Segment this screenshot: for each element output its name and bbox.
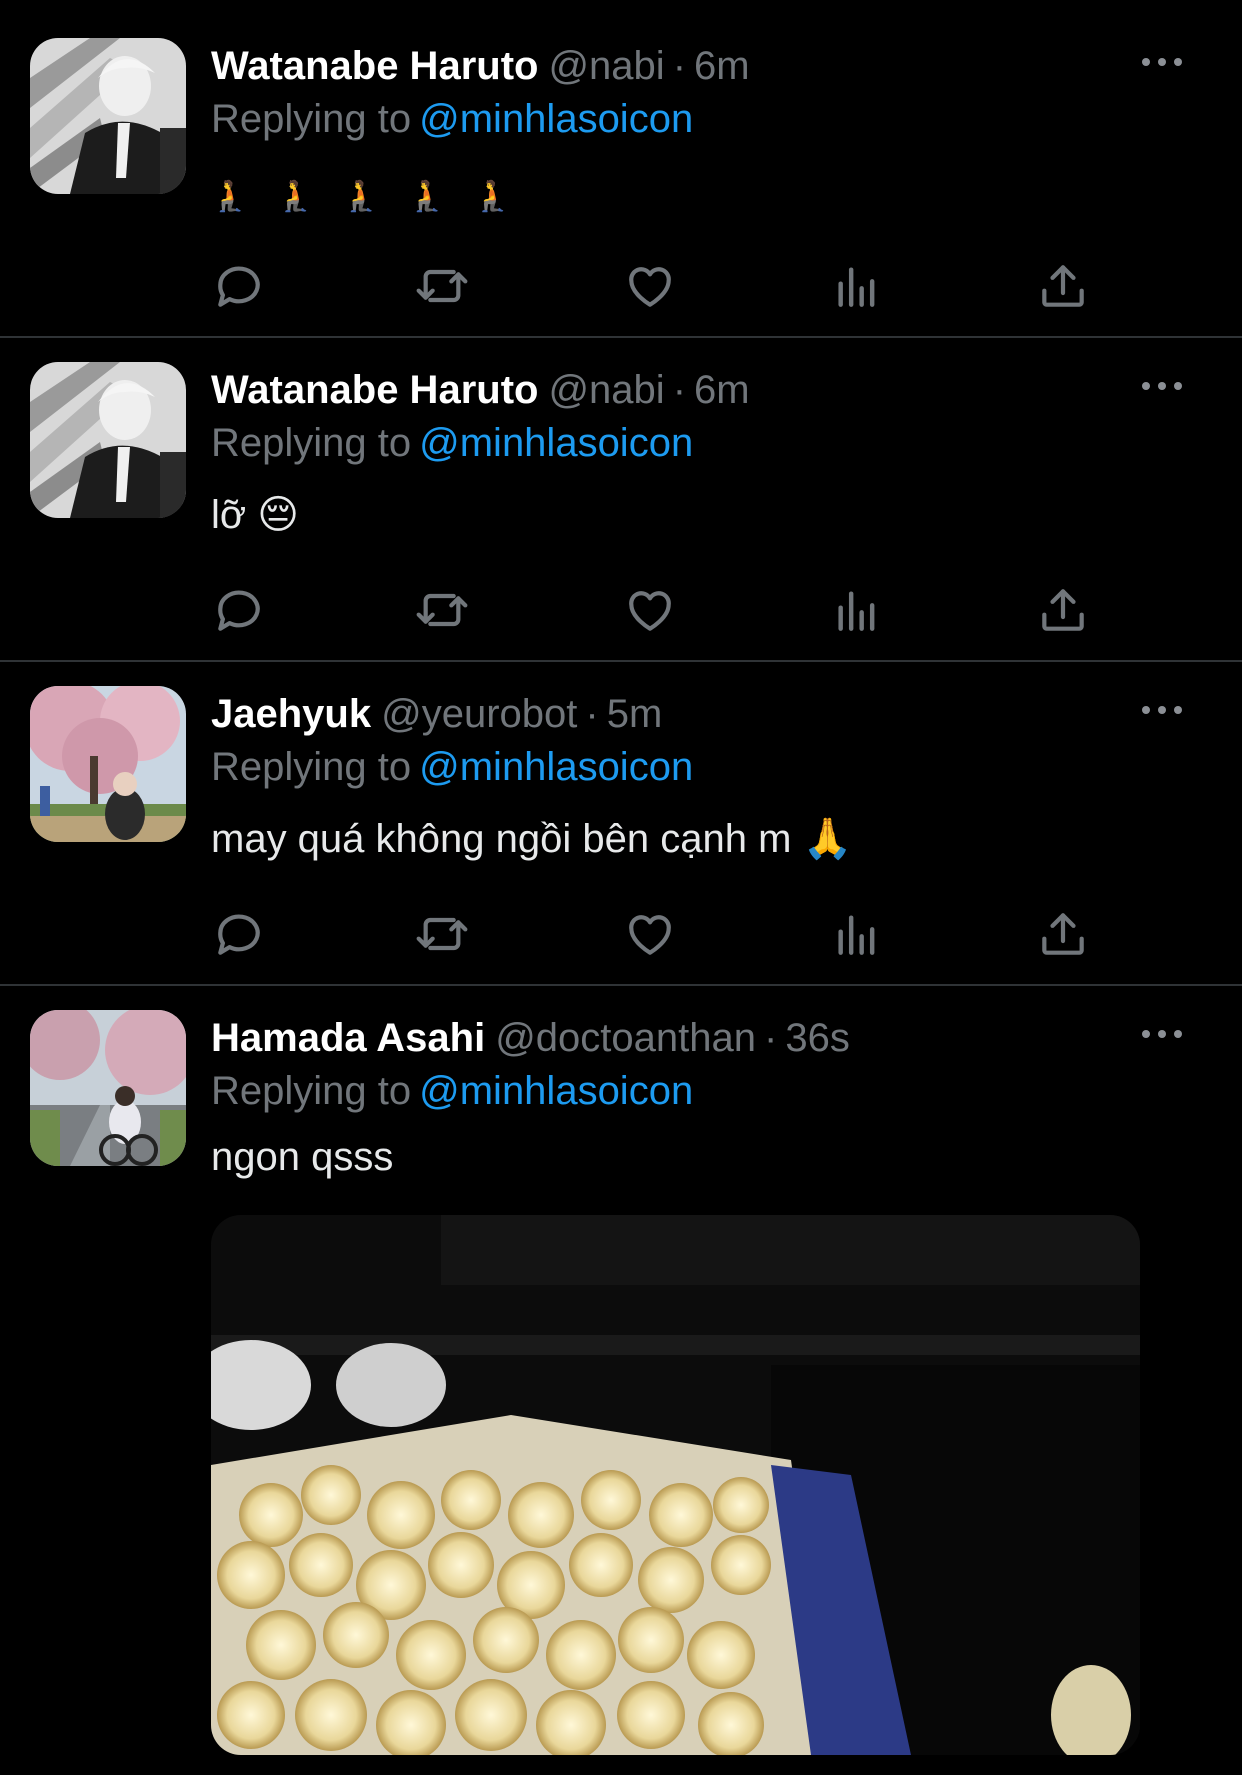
username[interactable]: @nabi <box>548 368 664 412</box>
timestamp[interactable]: 6m <box>694 368 750 412</box>
tweet[interactable]: Watanabe Haruto @nabi · 6m Replying to @minh… <box>0 0 1242 338</box>
action-bar <box>211 258 1111 318</box>
share-icon[interactable] <box>1035 906 1091 962</box>
tweet-header: Hamada Asahi @doctoanthan · 36s <box>211 1012 850 1064</box>
reply-icon[interactable] <box>211 906 267 962</box>
separator: · <box>585 692 599 736</box>
avatar-cherry-blossom-icon[interactable] <box>30 686 186 842</box>
tweet-text: ngon qsss <box>211 1135 394 1179</box>
tweet-text: 🧎 🧎 🧎 🧎 🧎 <box>211 180 522 213</box>
tweet-text: may quá không ngồi bên cạnh m 🙏 <box>211 817 853 861</box>
tweet-text: lỡ 😔 <box>211 493 299 537</box>
timestamp[interactable]: 36s <box>785 1016 850 1060</box>
more-options-icon[interactable] <box>1142 52 1182 72</box>
avatar-park-road-icon[interactable] <box>30 1010 186 1166</box>
like-icon[interactable] <box>622 582 678 638</box>
username[interactable]: @yeurobot <box>381 692 577 736</box>
reply-icon[interactable] <box>211 258 267 314</box>
timestamp[interactable]: 5m <box>607 692 663 736</box>
replying-to: Replying to @minhlasoicon <box>211 92 693 146</box>
share-icon[interactable] <box>1035 258 1091 314</box>
replying-to: Replying to @minhlasoicon <box>211 1064 693 1118</box>
more-options-icon[interactable] <box>1142 700 1182 720</box>
reply-mention-link[interactable]: @minhlasoicon <box>419 745 693 789</box>
display-name[interactable]: Jaehyuk <box>211 692 371 736</box>
like-icon[interactable] <box>622 258 678 314</box>
tweet[interactable]: Watanabe Haruto @nabi · 6m Replying to @minh… <box>0 338 1242 662</box>
action-bar <box>211 582 1111 642</box>
tweet-header: Jaehyuk @yeurobot · 5m <box>211 688 662 740</box>
share-icon[interactable] <box>1035 582 1091 638</box>
display-name[interactable]: Watanabe Haruto <box>211 368 538 412</box>
reply-mention-link[interactable]: @minhlasoicon <box>419 97 693 141</box>
action-bar <box>211 906 1111 966</box>
more-options-icon[interactable] <box>1142 1024 1182 1044</box>
avatar-bw-portrait-icon[interactable] <box>30 38 186 194</box>
replying-to-label: Replying to <box>211 97 412 141</box>
separator: · <box>672 44 687 88</box>
views-icon[interactable] <box>829 582 885 638</box>
username[interactable]: @doctoanthan <box>495 1016 756 1060</box>
avatar-bw-portrait-icon[interactable] <box>30 362 186 518</box>
replying-to: Replying to @minhlasoicon <box>211 740 693 794</box>
tweet-header: Watanabe Haruto @nabi · 6m <box>211 364 750 416</box>
tweet-header: Watanabe Haruto @nabi · 6m <box>211 40 750 92</box>
reply-icon[interactable] <box>211 582 267 638</box>
separator: · <box>764 1016 778 1060</box>
timestamp[interactable]: 6m <box>694 44 750 88</box>
retweet-icon[interactable] <box>414 906 470 962</box>
replying-to-label: Replying to <box>211 421 412 465</box>
reply-mention-link[interactable]: @minhlasoicon <box>419 421 693 465</box>
views-icon[interactable] <box>829 258 885 314</box>
popcorn-photo[interactable] <box>211 1215 1140 1755</box>
display-name[interactable]: Hamada Asahi <box>211 1016 485 1060</box>
like-icon[interactable] <box>622 906 678 962</box>
retweet-icon[interactable] <box>414 582 470 638</box>
retweet-icon[interactable] <box>414 258 470 314</box>
replying-to-label: Replying to <box>211 1069 412 1113</box>
username[interactable]: @nabi <box>548 44 664 88</box>
replying-to-label: Replying to <box>211 745 412 789</box>
reply-mention-link[interactable]: @minhlasoicon <box>419 1069 693 1113</box>
replying-to: Replying to @minhlasoicon <box>211 416 693 470</box>
more-options-icon[interactable] <box>1142 376 1182 396</box>
separator: · <box>672 368 687 412</box>
views-icon[interactable] <box>829 906 885 962</box>
display-name[interactable]: Watanabe Haruto <box>211 44 538 88</box>
tweet[interactable]: Jaehyuk @yeurobot · 5m Replying to @minhlaso… <box>0 662 1242 986</box>
